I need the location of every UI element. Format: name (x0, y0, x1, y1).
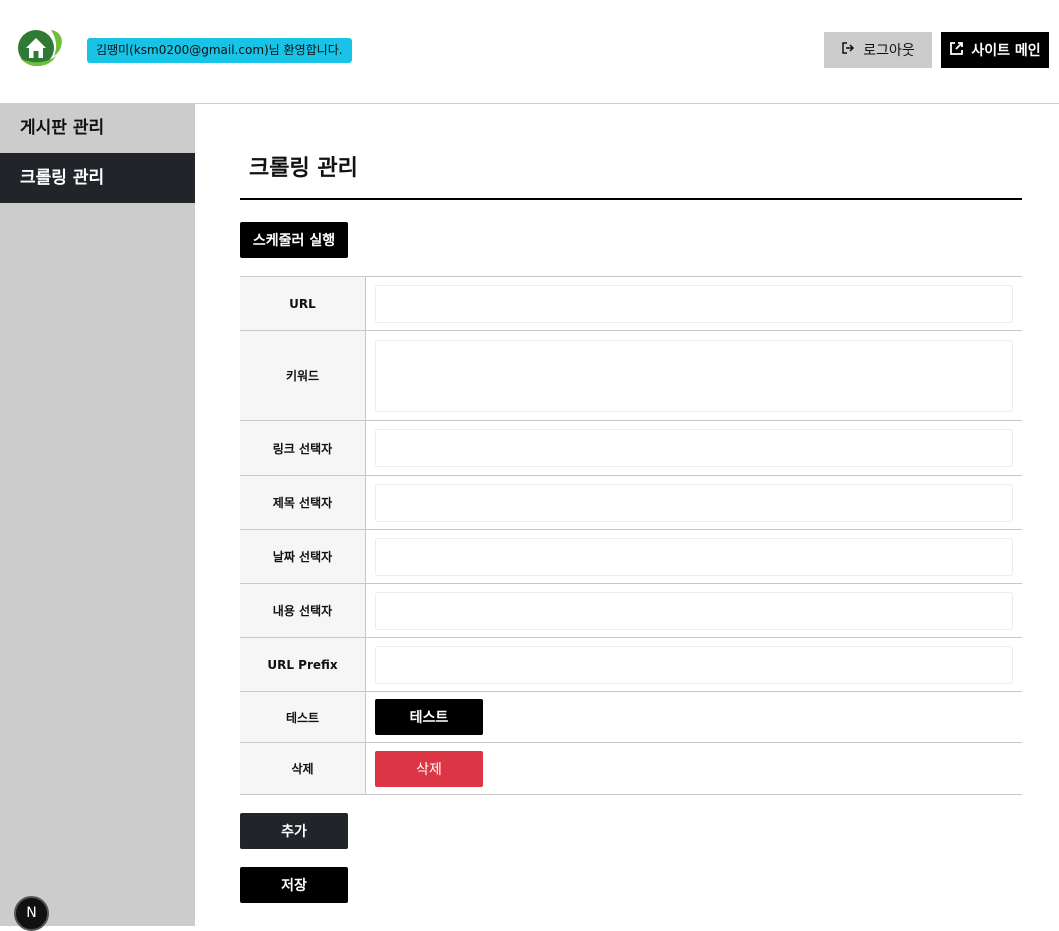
logout-label: 로그아웃 (863, 43, 915, 59)
form-row-keyword: 키워드 (240, 330, 1022, 421)
site-main-label: 사이트 메인 (971, 43, 1041, 59)
top-header: 김땡미(ksm0200@gmail.com)님 환영합니다. 로그아웃 사이트 … (0, 0, 1059, 104)
delete-button[interactable]: 삭제 (375, 750, 483, 787)
sidebar-item-crawling[interactable]: 크롤링 관리 (0, 153, 195, 203)
crawl-form-table: URL 키워드 링크 선택자 제목 선택자 날짜 선택자 내용 선택자 URL … (240, 276, 1022, 795)
form-row-url: URL (240, 276, 1022, 331)
form-row-test: 테스트 테스트 (240, 691, 1022, 743)
title-divider (240, 198, 1022, 200)
date-selector-label: 날짜 선택자 (240, 529, 366, 584)
sidebar-item-board[interactable]: 게시판 관리 (0, 104, 195, 153)
link-selector-label: 링크 선택자 (240, 420, 366, 476)
logout-button[interactable]: 로그아웃 (824, 32, 932, 68)
content-selector-label: 내용 선택자 (240, 583, 366, 638)
page-title: 크롤링 관리 (249, 156, 358, 181)
date-selector-input[interactable] (375, 537, 1013, 576)
form-row-date-selector: 날짜 선택자 (240, 529, 1022, 584)
site-main-button[interactable]: 사이트 메인 (941, 32, 1049, 68)
form-row-link-selector: 링크 선택자 (240, 420, 1022, 476)
delete-label: 삭제 (240, 742, 366, 795)
url-label: URL (240, 276, 366, 331)
test-button[interactable]: 테스트 (375, 699, 483, 735)
external-link-icon (949, 41, 964, 60)
keyword-textarea[interactable] (375, 339, 1013, 412)
link-selector-input[interactable] (375, 429, 1013, 467)
add-button[interactable]: 추가 (240, 813, 348, 849)
run-scheduler-button[interactable]: 스케줄러 실행 (240, 222, 348, 258)
test-label: 테스트 (240, 691, 366, 743)
content-selector-input[interactable] (375, 591, 1013, 630)
form-row-url-prefix: URL Prefix (240, 637, 1022, 692)
keyword-label: 키워드 (240, 330, 366, 421)
sidebar: 게시판 관리 크롤링 관리 (0, 104, 195, 926)
logout-icon (841, 41, 855, 59)
welcome-badge: 김땡미(ksm0200@gmail.com)님 환영합니다. (87, 38, 352, 63)
title-selector-input[interactable] (375, 483, 1013, 522)
form-row-title-selector: 제목 선택자 (240, 475, 1022, 530)
url-prefix-label: URL Prefix (240, 637, 366, 692)
url-prefix-input[interactable] (375, 645, 1013, 684)
main-content: 크롤링 관리 스케줄러 실행 URL 키워드 링크 선택자 제목 선택자 날짜 … (240, 104, 1022, 903)
form-row-delete: 삭제 삭제 (240, 742, 1022, 795)
title-selector-label: 제목 선택자 (240, 475, 366, 530)
url-input[interactable] (375, 284, 1013, 323)
save-button[interactable]: 저장 (240, 867, 348, 903)
form-row-content-selector: 내용 선택자 (240, 583, 1022, 638)
site-logo[interactable] (16, 26, 66, 70)
